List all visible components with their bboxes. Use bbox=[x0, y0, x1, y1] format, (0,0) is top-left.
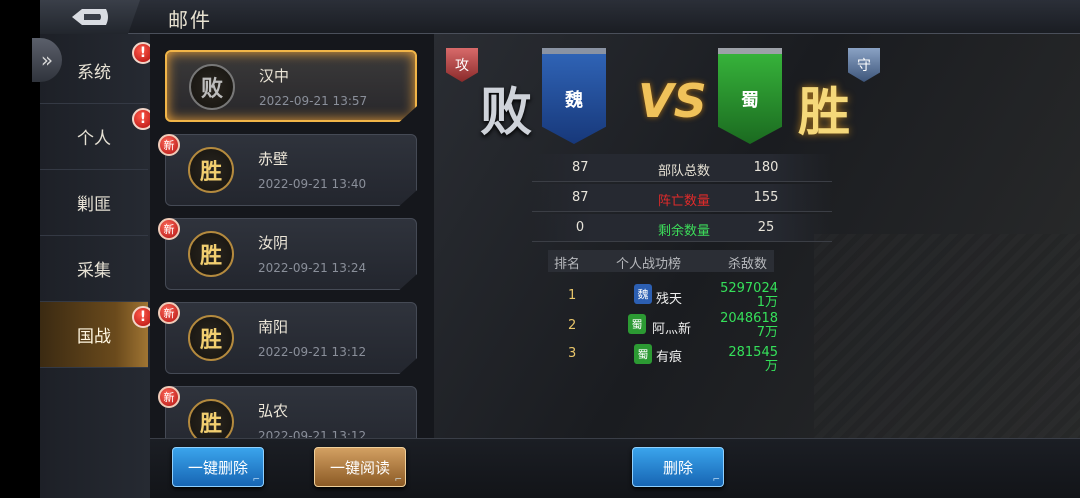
stat-label: 剩余数量 bbox=[657, 224, 710, 239]
ranking-header: 排名 个人战功榜 杀敌数 bbox=[548, 250, 774, 272]
category-national-war[interactable]: 国战 ! bbox=[40, 302, 154, 368]
shu-faction-icon: 蜀 bbox=[634, 344, 652, 364]
corner-ornament-icon: ⌐ bbox=[712, 475, 720, 485]
attacker-value: 87 bbox=[572, 160, 589, 175]
kill-count: 5297024 1万 bbox=[720, 281, 778, 310]
player-name: 阿灬新 bbox=[652, 322, 692, 337]
corner-ornament-icon: ⌐ bbox=[252, 475, 260, 485]
shu-banner-icon: 蜀 bbox=[718, 48, 782, 144]
delete-button[interactable]: 删除 ⌐ bbox=[632, 447, 724, 487]
mail-date: 2022-09-21 13:24 bbox=[258, 261, 367, 275]
defend-tag: 守 bbox=[848, 48, 880, 82]
battle-report: 攻 守 败 魏 VS 蜀 胜 87 部队总数 180 87 阵亡数量 155 0… bbox=[434, 34, 1080, 438]
ranking-row: 2 蜀 阿灬新 2048618 7万 bbox=[548, 312, 808, 340]
category-nav: 系统 ! 个人 ! 剿匪 采集 国战 ! bbox=[40, 34, 154, 498]
category-label: 剿匪 bbox=[77, 195, 111, 215]
mail-item[interactable]: 胜 汝阴 2022-09-21 13:24 bbox=[165, 218, 417, 290]
victory-emblem-icon: 胜 bbox=[188, 147, 234, 193]
mail-title: 弘农 bbox=[258, 402, 289, 420]
mail-item[interactable]: 败 汉中 2022-09-21 13:57 bbox=[165, 50, 417, 122]
new-badge: 新 bbox=[158, 218, 180, 240]
category-label: 采集 bbox=[77, 261, 111, 281]
mail-item[interactable]: 胜 赤壁 2022-09-21 13:40 bbox=[165, 134, 417, 206]
button-label: 一键删除 bbox=[187, 458, 248, 477]
vs-label: VS bbox=[638, 74, 707, 128]
defeat-emblem-icon: 败 bbox=[189, 64, 235, 110]
stat-row: 87 阵亡数量 155 bbox=[532, 184, 832, 212]
category-label: 个人 bbox=[77, 129, 111, 149]
mail-date: 2022-09-21 13:57 bbox=[259, 94, 368, 108]
page-title: 邮件 bbox=[168, 8, 212, 32]
kill-count: 2048618 7万 bbox=[720, 311, 778, 340]
mail-date: 2022-09-21 13:40 bbox=[258, 177, 367, 191]
defender-value: 180 bbox=[753, 160, 779, 175]
button-label: 一键阅读 bbox=[329, 458, 390, 477]
attacker-value: 87 bbox=[572, 190, 589, 205]
mail-item[interactable]: 胜 南阳 2022-09-21 13:12 bbox=[165, 302, 417, 374]
wei-faction-icon: 魏 bbox=[634, 284, 652, 304]
new-badge: 新 bbox=[158, 386, 180, 408]
category-bandit[interactable]: 剿匪 bbox=[40, 170, 148, 236]
stat-label: 阵亡数量 bbox=[657, 194, 710, 209]
mail-title: 汝阴 bbox=[258, 234, 289, 252]
bottom-action-bar: 一键删除 ⌐ 一键阅读 ⌐ 删除 ⌐ bbox=[150, 438, 1080, 498]
chevron-right-icon: » bbox=[40, 48, 54, 72]
ranking-row: 3 蜀 有痕 281545万 bbox=[548, 340, 808, 374]
back-arrow-icon bbox=[72, 9, 108, 25]
stat-label: 部队总数 bbox=[657, 164, 710, 179]
shu-faction-icon: 蜀 bbox=[628, 314, 646, 334]
category-label: 国战 bbox=[77, 327, 111, 347]
button-label: 删除 bbox=[662, 458, 693, 477]
stat-row: 87 部队总数 180 bbox=[532, 154, 832, 182]
defender-result: 胜 bbox=[798, 82, 851, 143]
ranking-title: 个人战功榜 bbox=[616, 257, 682, 272]
mail-item[interactable]: 胜 弘农 2022-09-21 13:12 bbox=[165, 386, 417, 438]
stat-row: 0 剩余数量 25 bbox=[532, 214, 832, 242]
defender-value: 25 bbox=[757, 220, 775, 235]
attacker-result: 败 bbox=[480, 82, 533, 143]
defender-value: 155 bbox=[753, 190, 779, 205]
rank-number: 1 bbox=[568, 288, 577, 303]
rank-column-header: 排名 bbox=[554, 257, 581, 272]
read-all-button[interactable]: 一键阅读 ⌐ bbox=[314, 447, 406, 487]
mail-list[interactable]: 败 汉中 2022-09-21 13:57 新 胜 赤壁 2022-09-21 … bbox=[150, 34, 434, 438]
attacker-value: 0 bbox=[575, 220, 585, 235]
category-gather[interactable]: 采集 bbox=[40, 236, 148, 302]
mail-title: 赤壁 bbox=[258, 150, 289, 168]
victory-emblem-icon: 胜 bbox=[188, 399, 234, 438]
kills-column-header: 杀敌数 bbox=[728, 257, 768, 272]
kill-count: 281545万 bbox=[728, 345, 778, 374]
category-label: 系统 bbox=[77, 63, 111, 83]
attack-tag: 攻 bbox=[446, 48, 478, 82]
back-button[interactable] bbox=[40, 0, 140, 34]
mail-title: 南阳 bbox=[258, 318, 289, 336]
mail-title: 汉中 bbox=[259, 67, 290, 85]
delete-all-button[interactable]: 一键删除 ⌐ bbox=[172, 447, 264, 487]
city-background bbox=[814, 234, 1080, 438]
player-name: 有痕 bbox=[656, 350, 683, 365]
category-personal[interactable]: 个人 ! bbox=[40, 104, 154, 170]
mail-date: 2022-09-21 13:12 bbox=[258, 429, 367, 438]
player-name: 残天 bbox=[656, 292, 683, 307]
new-badge: 新 bbox=[158, 302, 180, 324]
new-badge: 新 bbox=[158, 134, 180, 156]
rank-number: 2 bbox=[568, 318, 577, 333]
victory-emblem-icon: 胜 bbox=[188, 315, 234, 361]
rank-number: 3 bbox=[568, 346, 577, 361]
corner-ornament-icon: ⌐ bbox=[394, 475, 402, 485]
wei-banner-icon: 魏 bbox=[542, 48, 606, 144]
mail-date: 2022-09-21 13:12 bbox=[258, 345, 367, 359]
victory-emblem-icon: 胜 bbox=[188, 231, 234, 277]
ranking-row: 1 魏 残天 5297024 1万 bbox=[548, 282, 808, 310]
